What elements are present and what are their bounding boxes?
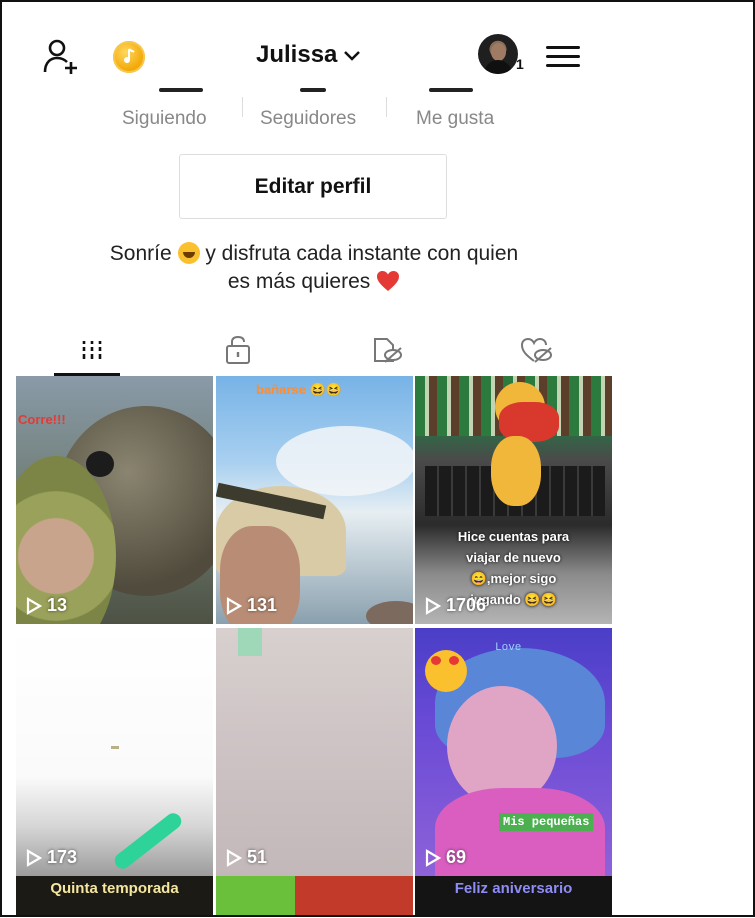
view-count: 173: [26, 847, 77, 868]
video-thumbnail[interactable]: bañarse 😆😆 131: [216, 376, 413, 624]
view-count: 13: [26, 595, 67, 616]
likes-count-partial: [416, 84, 486, 94]
video-caption: Corre!!!: [18, 412, 66, 427]
view-count: 131: [226, 595, 277, 616]
grid-icon: [82, 341, 102, 359]
play-icon: [26, 596, 42, 615]
play-icon: [425, 848, 441, 867]
heart-hidden-icon: [520, 337, 552, 363]
tab-private[interactable]: [178, 324, 298, 376]
account-switcher[interactable]: Julissa: [256, 40, 361, 70]
profile-screen: Julissa 1 Siguiendo Seguidores Me gusta …: [16, 2, 612, 915]
followers-count-partial: [278, 84, 348, 94]
profile-tabs: [16, 324, 612, 376]
video-caption: bañarse 😆😆: [256, 382, 342, 397]
tab-videos[interactable]: [32, 324, 152, 376]
video-caption: Mis pequeñas: [499, 813, 594, 831]
heart-icon: [377, 271, 400, 291]
video-caption: Quinta temporada: [50, 880, 179, 897]
avatar[interactable]: [478, 34, 518, 74]
likes-label: Me gusta: [416, 108, 495, 129]
tab-liked-hidden[interactable]: [476, 324, 596, 376]
view-count: 69: [425, 847, 466, 868]
play-icon: [26, 848, 42, 867]
edit-profile-button[interactable]: Editar perfil: [179, 154, 447, 219]
profile-bio: Sonríe y disfruta cada instante con quie…: [109, 242, 519, 293]
top-bar: Julissa 1: [16, 20, 612, 90]
following-label[interactable]: Siguiendo: [122, 108, 207, 130]
followers-label[interactable]: Seguidores: [260, 108, 356, 130]
video-thumbnail[interactable]: [216, 876, 413, 915]
video-thumbnail[interactable]: Love Mis pequeñas 69: [415, 628, 612, 876]
bookmark-hidden-icon: [374, 338, 402, 363]
video-thumbnail[interactable]: Feliz aniversario: [415, 876, 612, 915]
following-count-partial: [146, 84, 216, 94]
username-title: Julissa: [256, 41, 338, 68]
play-icon: [226, 848, 242, 867]
view-count: 1706: [425, 595, 486, 616]
smile-emoji-icon: [177, 242, 200, 264]
screenshot-frame: Julissa 1 Siguiendo Seguidores Me gusta …: [0, 0, 755, 917]
lock-icon: [226, 335, 250, 364]
video-thumbnail[interactable]: 173: [16, 628, 213, 876]
video-caption: Feliz aniversario: [454, 880, 573, 897]
coin-icon[interactable]: [113, 41, 145, 73]
video-thumbnail[interactable]: Corre!!! 13: [16, 376, 213, 624]
video-caption-top: Love: [495, 642, 522, 654]
stats-divider: [242, 97, 243, 117]
play-icon: [226, 596, 242, 615]
notification-count-badge: 1: [516, 56, 524, 72]
add-friend-icon[interactable]: [42, 38, 80, 76]
view-count: 51: [226, 847, 267, 868]
chevron-down-icon: [344, 51, 361, 61]
video-thumbnail[interactable]: 51: [216, 628, 413, 876]
video-thumbnail[interactable]: Hice cuentas para viajar de nuevo 😄,mejo…: [415, 376, 612, 624]
stats-divider: [386, 97, 387, 117]
hamburger-menu-icon[interactable]: [546, 42, 580, 68]
tab-favorites-hidden[interactable]: [328, 324, 448, 376]
play-icon: [425, 596, 441, 615]
video-thumbnail[interactable]: Quinta temporada: [16, 876, 213, 915]
